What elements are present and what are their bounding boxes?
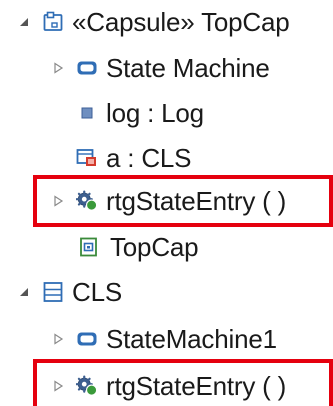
tree-item-label: «Capsule» TopCap bbox=[72, 7, 290, 37]
class-icon bbox=[42, 281, 64, 303]
model-explorer-tree: «Capsule» TopCap State Machine log : Log bbox=[0, 0, 333, 406]
expand-arrow-icon[interactable] bbox=[50, 378, 66, 394]
state-machine-icon bbox=[76, 57, 98, 79]
tree-item-rtgstateentry-operation[interactable]: rtgStateEntry ( ) bbox=[50, 181, 286, 221]
tree-item-label: log : Log bbox=[106, 98, 204, 128]
expand-arrow-icon[interactable] bbox=[50, 60, 66, 76]
tree-item-part-a[interactable]: a : CLS bbox=[76, 138, 192, 178]
capsule-icon bbox=[42, 11, 64, 33]
tree-item-label: TopCap bbox=[110, 232, 199, 262]
tree-item-rtgstateentry-operation[interactable]: rtgStateEntry ( ) bbox=[50, 366, 286, 406]
tree-item-state-machine[interactable]: State Machine bbox=[50, 48, 270, 88]
operation-icon bbox=[76, 375, 98, 397]
tree-item-topcap-diagram[interactable]: TopCap bbox=[78, 227, 199, 267]
tree-item-label: State Machine bbox=[106, 53, 270, 83]
expand-arrow-icon[interactable] bbox=[50, 193, 66, 209]
tree-item-topcap-capsule[interactable]: «Capsule» TopCap bbox=[16, 2, 290, 42]
tree-item-label: rtgStateEntry ( ) bbox=[106, 371, 287, 401]
tree-item-label: StateMachine1 bbox=[106, 324, 277, 354]
attribute-icon bbox=[78, 102, 96, 124]
diagram-icon bbox=[78, 236, 100, 258]
operation-icon bbox=[76, 190, 98, 212]
tree-item-label: rtgStateEntry ( ) bbox=[106, 186, 287, 216]
collapse-arrow-icon[interactable] bbox=[16, 14, 32, 30]
part-icon bbox=[76, 147, 98, 169]
expand-arrow-icon[interactable] bbox=[50, 331, 66, 347]
tree-item-cls-class[interactable]: CLS bbox=[16, 272, 122, 312]
tree-item-label: CLS bbox=[72, 277, 122, 307]
tree-item-label: a : CLS bbox=[106, 143, 192, 173]
tree-item-statemachine1[interactable]: StateMachine1 bbox=[50, 319, 277, 359]
state-machine-icon bbox=[76, 328, 98, 350]
tree-item-log-attribute[interactable]: log : Log bbox=[78, 93, 204, 133]
collapse-arrow-icon[interactable] bbox=[16, 284, 32, 300]
